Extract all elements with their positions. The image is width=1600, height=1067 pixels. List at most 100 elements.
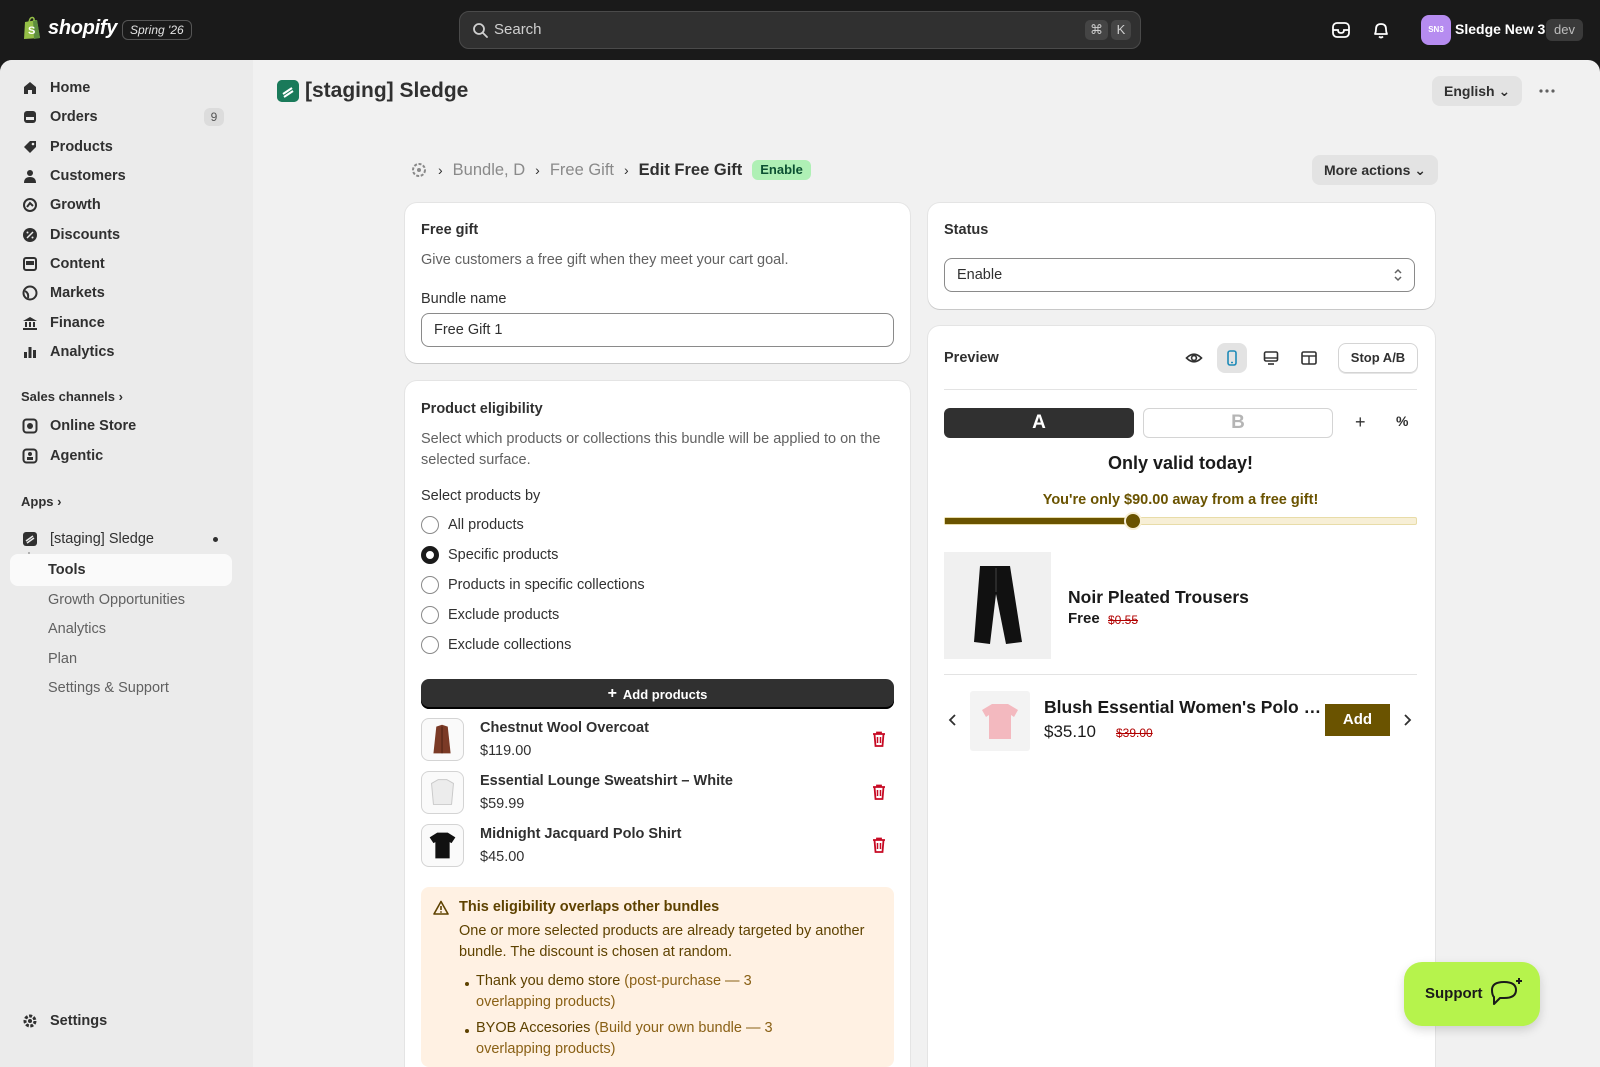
product-price: $119.00 — [480, 743, 532, 759]
language-select[interactable]: English ⌄ — [1432, 76, 1523, 106]
preview-eye-button[interactable] — [1179, 343, 1209, 373]
more-actions-button[interactable]: More actions ⌄ — [1312, 155, 1438, 185]
radio-products-in-collections[interactable]: Products in specific collections — [421, 576, 645, 594]
sidebar-item-customers[interactable]: Customers — [10, 161, 232, 191]
sidebar-item-home[interactable]: Home — [10, 73, 232, 103]
sidebar-item-label: Markets — [50, 285, 105, 301]
preview-headline: Only valid today! — [1107, 453, 1254, 473]
sidebar-item-label: Products — [50, 139, 113, 155]
bullet — [465, 982, 469, 986]
chevron-left-icon[interactable] — [946, 712, 960, 728]
bundle-name-label: Bundle name — [421, 291, 507, 307]
sidebar-item-markets[interactable]: Markets — [10, 278, 232, 308]
sidebar-item-settings[interactable]: Settings — [10, 1006, 232, 1036]
sidebar-subitem-plan[interactable]: Plan — [48, 651, 77, 667]
product-thumbnail — [421, 771, 464, 814]
settings-cog-icon[interactable] — [410, 161, 428, 179]
mobile-view-button[interactable] — [1217, 343, 1247, 373]
variant-a-tab[interactable]: A — [944, 408, 1134, 438]
stop-ab-button[interactable]: Stop A/B — [1338, 343, 1418, 373]
eye-icon — [1185, 353, 1203, 363]
goal-progress-fill — [945, 518, 1134, 524]
growth-icon — [23, 198, 37, 212]
bank-icon — [23, 317, 37, 330]
radio-exclude-products[interactable]: Exclude products — [421, 606, 559, 624]
sidebar-item-growth[interactable]: Growth — [10, 190, 232, 220]
sidebar-subitem-tools[interactable]: Tools — [48, 562, 86, 578]
person-icon — [24, 170, 36, 183]
coat-icon — [433, 724, 451, 754]
add-variant-icon[interactable]: + — [1355, 412, 1366, 433]
support-widget-button[interactable]: Support — [1404, 962, 1540, 1026]
sidebar-item-label: Analytics — [50, 344, 115, 360]
chevron-right-icon: › — [438, 162, 443, 178]
sidebar-item-tools[interactable] — [10, 554, 232, 586]
sidebar-item-analytics[interactable]: Analytics — [10, 337, 232, 367]
add-products-button[interactable]: + Add products — [421, 679, 894, 709]
warning-title: This eligibility overlaps other bundles — [459, 899, 720, 915]
goal-progress-bar — [944, 512, 1417, 530]
top-bar: S shopify Spring '26 Search ⌘ K SN3 Sled… — [0, 0, 1600, 60]
product-eligibility-card: Product eligibility Select which product… — [405, 381, 910, 1067]
sales-channels-heading[interactable]: Sales channels › — [21, 389, 123, 404]
trash-icon[interactable] — [870, 730, 888, 748]
variant-b-tab[interactable]: B — [1143, 408, 1333, 438]
radio-label: All products — [448, 517, 524, 533]
search-bar[interactable]: Search ⌘ K — [459, 11, 1141, 49]
tag-icon — [24, 141, 36, 153]
status-select[interactable]: Enable — [944, 258, 1415, 292]
inbox-icon[interactable] — [1330, 19, 1352, 41]
desktop-view-button[interactable] — [1256, 343, 1286, 373]
card-title: Product eligibility — [421, 401, 543, 417]
sledge-logo-icon — [277, 80, 299, 102]
shortcut-mod-key: ⌘ — [1085, 20, 1108, 40]
apps-heading[interactable]: Apps › — [21, 494, 61, 509]
discount-icon — [23, 228, 37, 242]
store-icon — [22, 418, 38, 434]
polo-shirt-icon — [429, 832, 456, 859]
status-card: Status Enable — [928, 203, 1435, 309]
product-name: Midnight Jacquard Polo Shirt — [480, 826, 682, 842]
trash-icon[interactable] — [870, 783, 888, 801]
product-name: Essential Lounge Sweatshirt – White — [480, 773, 733, 789]
sidebar-item-orders[interactable]: Orders 9 — [10, 102, 232, 132]
sidebar-item-agentic[interactable]: Agentic — [10, 441, 232, 471]
sidebar-item-discounts[interactable]: Discounts — [10, 220, 232, 250]
bundle-name-input[interactable]: Free Gift 1 — [421, 313, 894, 347]
radio-label: Exclude products — [448, 607, 560, 623]
overlap-bundle-link[interactable]: BYOB Accesories — [476, 1020, 590, 1036]
cart-view-button[interactable] — [1294, 343, 1324, 373]
cart-drawer-icon — [1301, 351, 1317, 365]
breadcrumb-free-gift[interactable]: Free Gift — [550, 161, 614, 180]
percent-split-icon[interactable]: % — [1396, 413, 1408, 429]
sidebar-item-products[interactable]: Products — [10, 132, 232, 162]
overlap-bundle-link[interactable]: Thank you demo store — [476, 973, 620, 989]
shortcut-k-key: K — [1111, 20, 1131, 40]
more-options-icon[interactable] — [1536, 80, 1558, 102]
trash-icon[interactable] — [870, 836, 888, 854]
sidebar-item-online-store[interactable]: Online Store — [10, 411, 232, 441]
sidebar-item-finance[interactable]: Finance — [10, 308, 232, 338]
pin-dot — [213, 537, 218, 542]
sidebar-item-content[interactable]: Content — [10, 249, 232, 279]
radio-specific-products[interactable]: Specific products — [421, 546, 558, 564]
upsell-add-button[interactable]: Add — [1325, 704, 1390, 736]
radio-circle — [421, 606, 439, 624]
product-thumbnail — [421, 718, 464, 761]
sidebar-item-app-sledge[interactable]: [staging] Sledge — [10, 524, 232, 554]
sidebar-subitem-growth-opportunities[interactable]: Growth Opportunities — [48, 592, 185, 608]
bell-icon[interactable] — [1370, 19, 1392, 41]
sidebar-subitem-analytics[interactable]: Analytics — [48, 621, 106, 637]
sidebar-subitem-settings-support[interactable]: Settings & Support — [48, 680, 169, 696]
store-name[interactable]: Sledge New 3 — [1455, 21, 1545, 37]
radio-circle — [421, 576, 439, 594]
product-name: Chestnut Wool Overcoat — [480, 720, 649, 736]
breadcrumb-bundle[interactable]: Bundle, D — [453, 161, 525, 180]
radio-exclude-collections[interactable]: Exclude collections — [421, 636, 571, 654]
select-by-label: Select products by — [421, 488, 541, 504]
chevron-right-icon[interactable] — [1400, 712, 1414, 728]
shopify-logo[interactable]: S shopify — [22, 16, 117, 40]
store-avatar[interactable]: SN3 — [1421, 15, 1451, 45]
radio-all-products[interactable]: All products — [421, 516, 524, 534]
sidebar-item-label: [staging] Sledge — [50, 531, 154, 547]
